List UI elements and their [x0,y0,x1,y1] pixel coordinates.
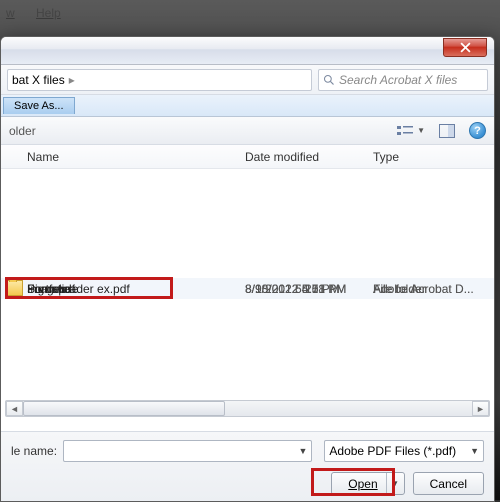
chevron-down-icon[interactable]: ▼ [298,446,307,456]
open-button[interactable]: Open ▼ [331,472,404,495]
nav-row: bat X files ▸ Search Acrobat X files [1,65,494,95]
cancel-button[interactable]: Cancel [413,472,484,495]
list-view-icon [397,124,415,138]
filetype-value: Adobe PDF Files (*.pdf) [329,444,456,458]
preview-icon [439,124,455,138]
cell-type: File folder [373,282,494,296]
scroll-left-button[interactable]: ◄ [6,401,23,416]
close-button[interactable] [443,38,487,57]
search-placeholder: Search Acrobat X files [339,73,457,87]
organize-label[interactable]: older [9,124,36,138]
column-headers[interactable]: Name Date modified Type [1,145,494,169]
close-icon [460,42,471,53]
scroll-track[interactable] [23,401,472,416]
search-icon [323,74,335,86]
help-button[interactable]: ? [469,122,486,139]
breadcrumb[interactable]: bat X files ▸ [7,69,312,91]
open-button-label: Open [348,477,377,491]
filename-label: le name: [11,444,57,458]
col-type[interactable]: Type [373,150,494,164]
view-mode-button[interactable]: ▼ [397,124,425,138]
save-as-tab[interactable]: Save As... [3,97,75,114]
horizontal-scrollbar[interactable]: ◄ ► [5,400,490,417]
menu-item[interactable]: w [6,6,15,20]
open-file-dialog: bat X files ▸ Search Acrobat X files Sav… [0,36,495,502]
chevron-right-icon: ▸ [69,73,75,87]
list-item[interactable]: Images8/10/2012 4:18 PMFile folder [1,278,494,299]
col-date[interactable]: Date modified [245,150,373,164]
secondary-bar: Save As... [1,95,494,117]
cancel-button-label: Cancel [430,477,467,491]
dialog-footer: le name: ▼ Adobe PDF Files (*.pdf) ▼ Ope… [1,431,494,501]
col-name[interactable]: Name [27,150,245,164]
preview-pane-button[interactable] [439,124,455,138]
cell-name: Images [27,282,245,296]
folder-icon [7,280,23,296]
open-button-dropdown[interactable]: ▼ [386,473,404,494]
chevron-down-icon: ▼ [417,126,425,135]
app-menubar: w Help [0,4,85,24]
filename-input[interactable]: ▼ [63,440,312,462]
titlebar[interactable] [1,37,494,65]
file-list: Form-withdata.pdf8/10/2012 4:22 PMAdobe … [1,169,494,421]
chevron-down-icon[interactable]: ▼ [470,446,479,456]
scroll-right-button[interactable]: ► [472,401,489,416]
filetype-select[interactable]: Adobe PDF Files (*.pdf) ▼ [324,440,484,462]
cell-date: 8/10/2012 4:18 PM [245,282,373,296]
scroll-thumb[interactable] [23,401,225,416]
search-input[interactable]: Search Acrobat X files [318,69,488,91]
toolbar-row: older ▼ ? [1,117,494,145]
menu-item-help[interactable]: Help [36,6,61,20]
breadcrumb-part: bat X files [12,73,65,87]
